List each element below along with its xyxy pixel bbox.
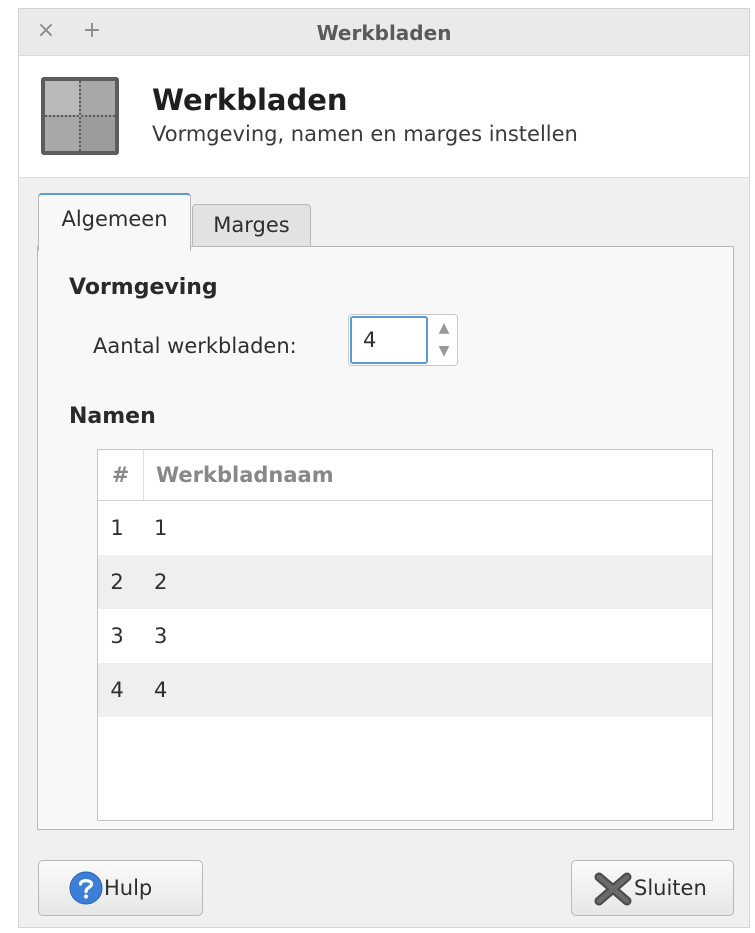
table-row[interactable]: 1 1 [98, 501, 712, 555]
table-row[interactable]: 2 2 [98, 555, 712, 609]
help-icon [69, 871, 103, 905]
column-header-number[interactable]: # [98, 450, 144, 500]
general-tab-panel: Vormgeving Aantal werkbladen: ▲ ▼ Namen … [37, 246, 734, 830]
workspace-count-stepper[interactable]: ▲ ▼ [348, 314, 458, 366]
workspace-names-table: # Werkbladnaam 1 1 2 2 3 3 4 4 [97, 449, 713, 821]
window-title: Werkbladen [316, 21, 452, 45]
chevron-down-icon[interactable]: ▼ [433, 340, 455, 362]
close-button[interactable]: Sluiten [571, 860, 734, 916]
close-button-label: Sluiten [634, 876, 707, 900]
close-icon [594, 872, 632, 906]
row-number: 3 [110, 624, 124, 648]
row-number: 2 [110, 570, 124, 594]
row-name[interactable]: 2 [154, 555, 167, 609]
title-bar: × + Werkbladen [19, 9, 749, 56]
workspace-count-input[interactable] [350, 316, 428, 364]
appearance-section-title: Vormgeving [69, 275, 218, 300]
table-header: # Werkbladnaam [98, 450, 712, 501]
row-name[interactable]: 3 [154, 609, 167, 663]
column-header-name[interactable]: Werkbladnaam [156, 450, 334, 500]
help-button[interactable]: Hulp [38, 860, 203, 916]
tab-general[interactable]: Algemeen [38, 193, 191, 251]
workspaces-icon [41, 77, 119, 155]
tab-margins[interactable]: Marges [192, 204, 311, 247]
workspace-count-label: Aantal werkbladen: [93, 334, 297, 358]
help-button-label: Hulp [104, 876, 153, 900]
table-row[interactable]: 3 3 [98, 609, 712, 663]
names-section-title: Namen [69, 404, 156, 429]
row-name[interactable]: 4 [154, 663, 167, 717]
row-name[interactable]: 1 [154, 501, 167, 555]
workspaces-dialog: × + Werkbladen Werkbladen Vormgeving, na… [18, 8, 750, 928]
row-number: 1 [110, 516, 124, 540]
table-row[interactable]: 4 4 [98, 663, 712, 717]
header-subtitle: Vormgeving, namen en marges instellen [152, 122, 578, 146]
row-number: 4 [110, 678, 124, 702]
chevron-up-icon[interactable]: ▲ [433, 317, 455, 339]
dialog-header: Werkbladen Vormgeving, namen en marges i… [19, 56, 749, 178]
header-title: Werkbladen [152, 83, 348, 117]
